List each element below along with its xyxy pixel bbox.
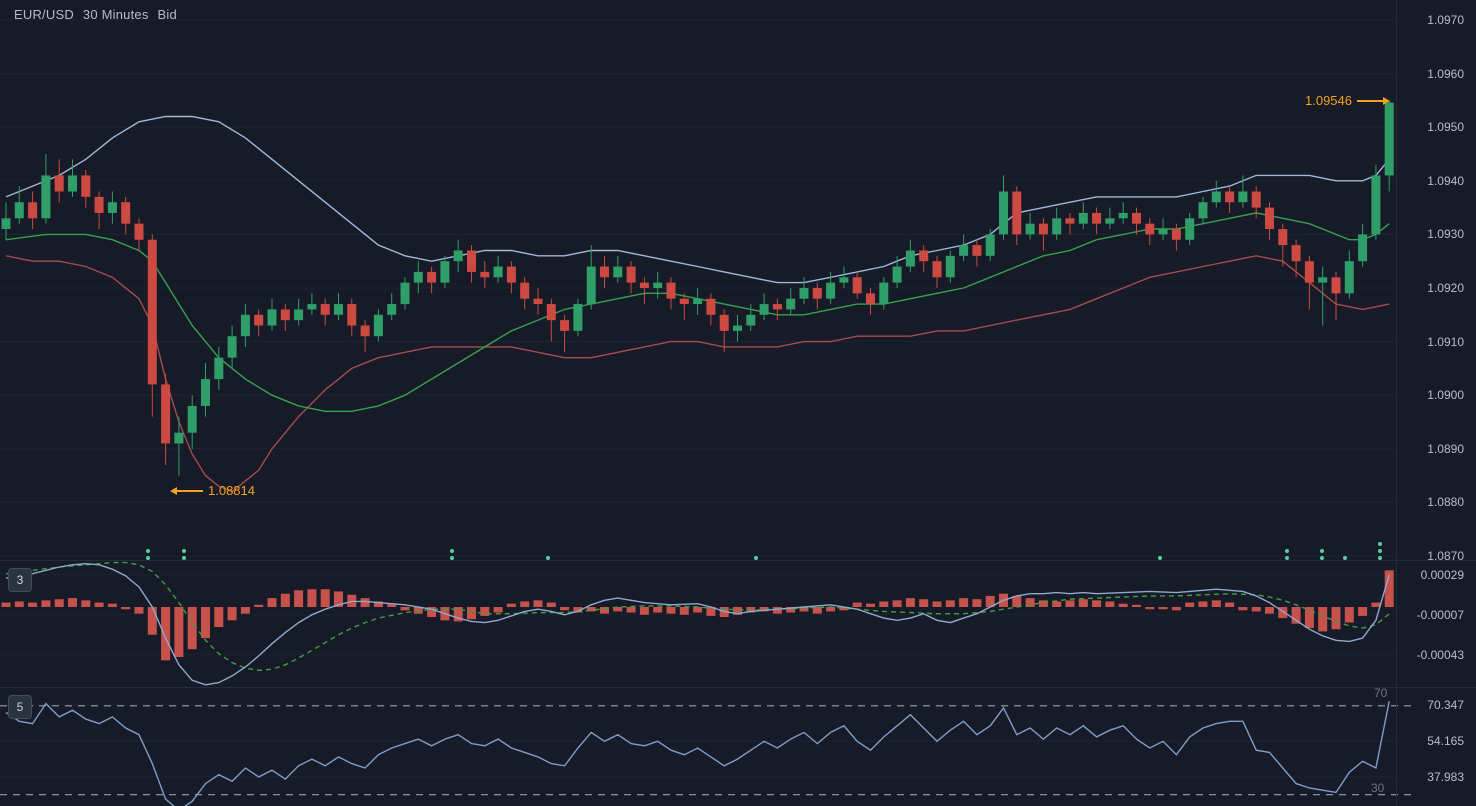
arrow-line bbox=[1357, 100, 1383, 102]
price-pane[interactable] bbox=[0, 0, 1396, 560]
price-type-label: Bid bbox=[157, 7, 177, 22]
trading-chart: EUR/USD 30 Minutes Bid 1.09546 1.08814 3 5… bbox=[0, 0, 1476, 806]
rsi-level-70-label: 70 bbox=[1374, 686, 1388, 700]
arrow-left-icon bbox=[170, 487, 177, 495]
price-tag-low-value: 1.08814 bbox=[208, 483, 255, 498]
price-axis[interactable] bbox=[1396, 0, 1476, 806]
interval-label: 30 Minutes bbox=[82, 7, 149, 22]
price-tag-high-value: 1.09546 bbox=[1305, 93, 1352, 108]
macd-pane[interactable] bbox=[0, 560, 1396, 687]
symbol-title: EUR/USD bbox=[14, 7, 74, 22]
macd-pane-badge[interactable]: 3 bbox=[8, 568, 32, 592]
arrow-right-icon bbox=[1383, 97, 1390, 105]
rsi-pane[interactable] bbox=[0, 687, 1396, 806]
price-tag-high: 1.09546 bbox=[1305, 94, 1390, 108]
price-tag-low: 1.08814 bbox=[170, 484, 255, 498]
rsi-level-30-label: 30 bbox=[1371, 781, 1385, 795]
rsi-pane-badge[interactable]: 5 bbox=[8, 695, 32, 719]
arrow-line bbox=[177, 490, 203, 492]
chart-legend[interactable]: EUR/USD 30 Minutes Bid bbox=[14, 7, 186, 22]
